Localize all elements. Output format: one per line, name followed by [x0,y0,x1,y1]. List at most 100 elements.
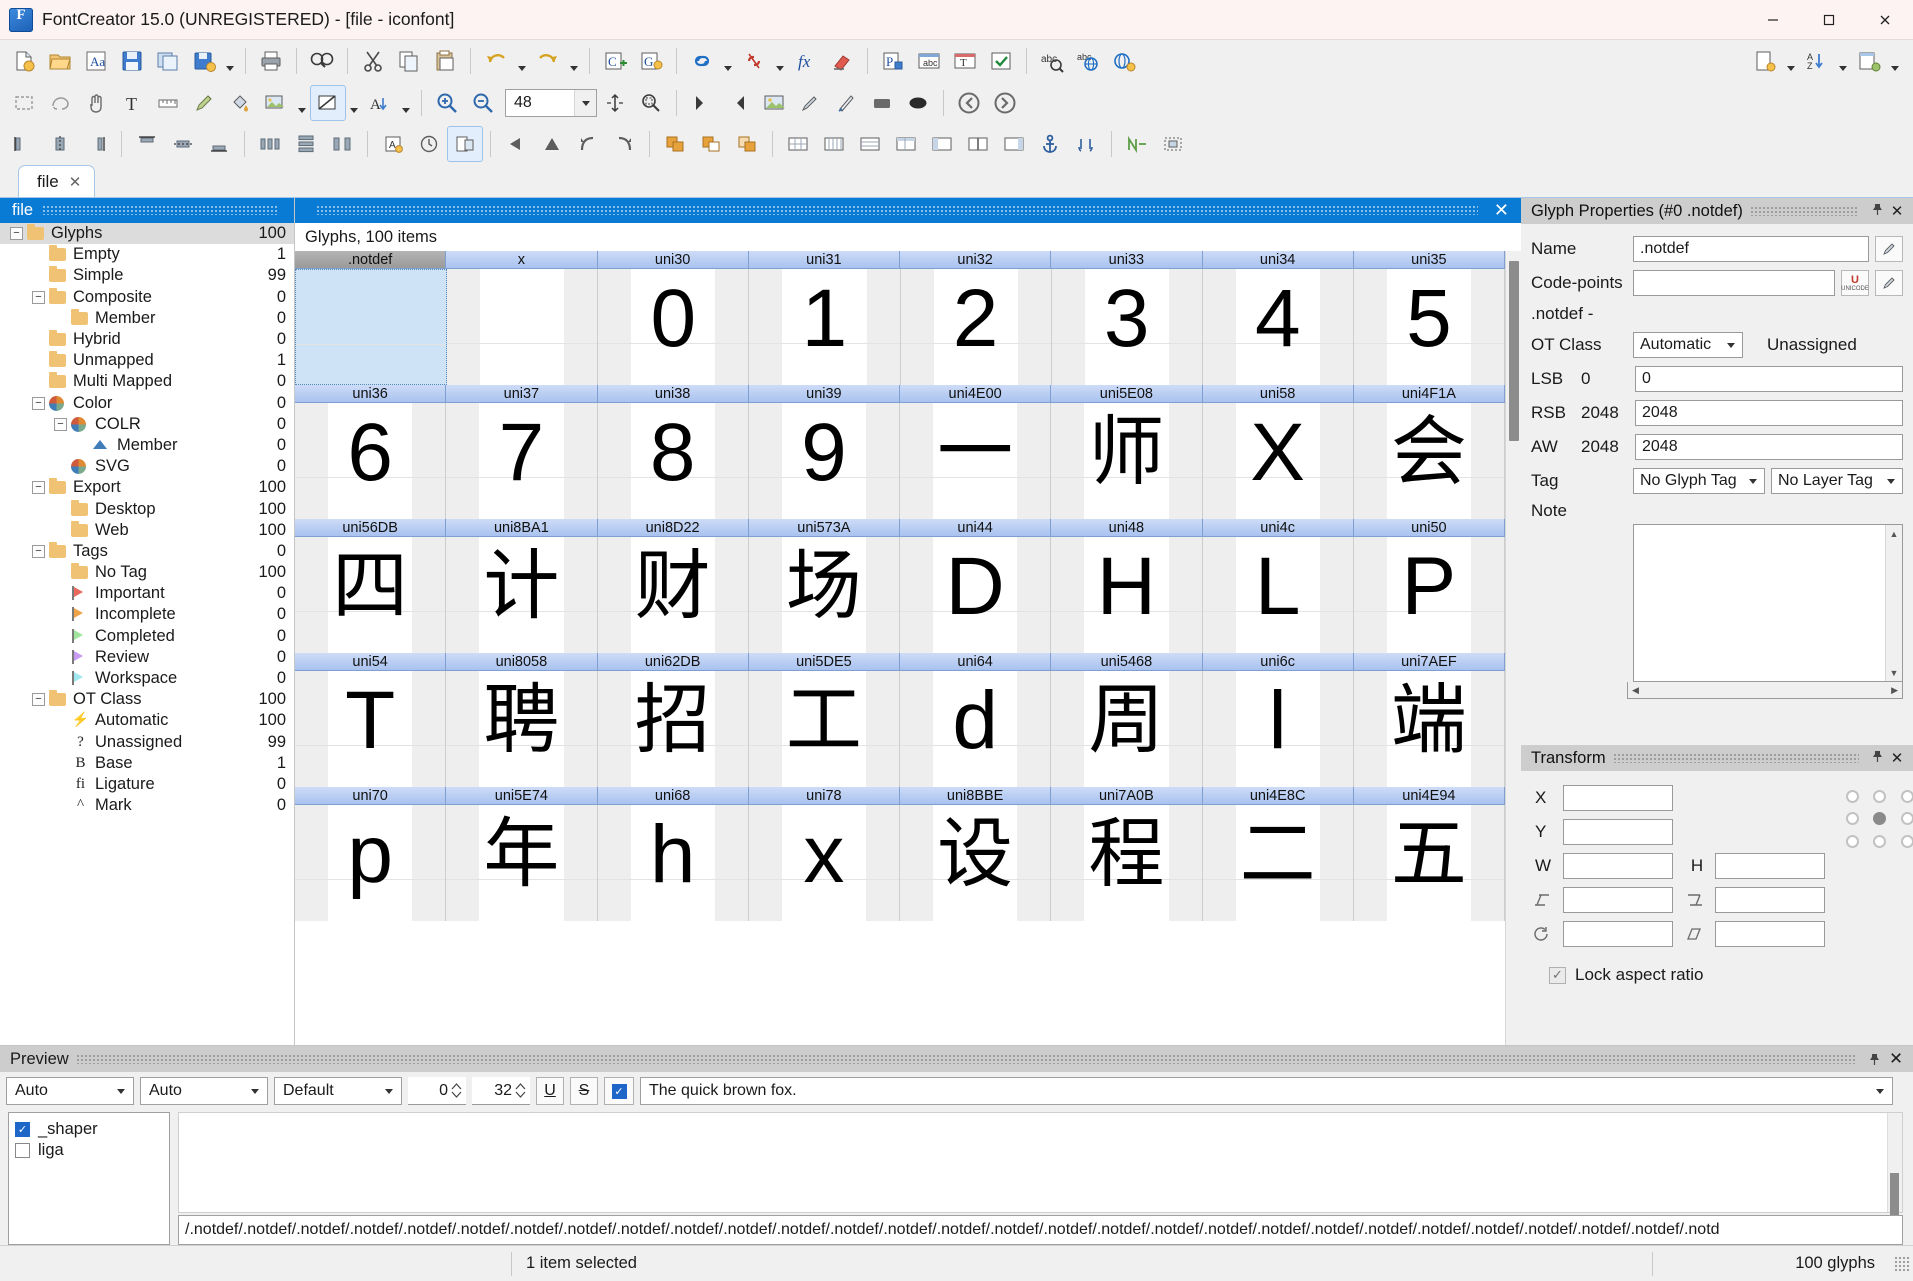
glyph-tree[interactable]: − Glyphs 100 Empty 1 Simple 99− Composite 0 Membe… [0,223,294,1045]
intersect-icon[interactable] [729,126,765,162]
glyph-cell[interactable]: l [1202,671,1354,787]
close-icon[interactable]: ✕ [1887,749,1907,767]
glyph-name-header[interactable]: uni5E08 [1051,385,1203,403]
glyph-cell[interactable]: 会 [1353,403,1505,519]
preview-render-area[interactable] [178,1112,1903,1215]
skew-vertical-input[interactable] [1715,887,1825,913]
glyph-cell[interactable]: p [295,805,447,921]
tree-item-ot-class[interactable]: − OT Class 100 [0,689,294,710]
glyph-name-header[interactable]: uni35 [1353,251,1505,269]
link-icon[interactable] [684,43,720,79]
lasso-icon[interactable] [42,85,78,121]
note-textarea[interactable]: ▲ ▼ [1633,524,1903,682]
glyph-cell[interactable]: T [295,671,447,787]
web-check-icon[interactable]: abc [1070,43,1106,79]
feature-checkbox[interactable]: ✓ [15,1122,30,1137]
transform-anchor-grid[interactable] [1839,785,1913,853]
spinner-arrows-icon[interactable] [448,1083,464,1098]
glyph-grid-scroll-thumb[interactable] [1509,261,1519,441]
save-icon[interactable] [114,43,150,79]
pin-icon[interactable] [1863,1053,1885,1066]
save-all-icon[interactable] [150,43,186,79]
grid-split-icon[interactable] [960,126,996,162]
glyph-name-header[interactable]: uni4E00 [900,385,1052,403]
glyph-name-header[interactable]: uni4E94 [1353,787,1505,805]
sort-icon[interactable]: AZ [1799,43,1835,79]
tree-item-review[interactable]: Review 0 [0,647,294,668]
name-input[interactable]: .notdef [1633,236,1869,262]
glyph-name-header[interactable]: uni33 [1051,251,1203,269]
glyph-cell[interactable]: 8 [597,403,749,519]
new-file-icon[interactable] [6,43,42,79]
glyph-name-header[interactable]: uni36 [295,385,447,403]
resize-grip-icon[interactable] [1893,1254,1911,1273]
glyph-cell[interactable]: 工 [748,671,900,787]
anchor-center[interactable] [1873,812,1887,826]
glyph-name-header[interactable]: uni34 [1202,251,1354,269]
glyph-cell[interactable]: h [597,805,749,921]
space-even-icon[interactable] [324,126,360,162]
tree-item-color[interactable]: − Color 0 [0,393,294,414]
tree-item-hybrid[interactable]: Hybrid 0 [0,329,294,350]
unicode-icon[interactable]: U UNICODE [1841,270,1869,296]
outline-mode-icon[interactable] [310,85,346,121]
preview-grid-icon[interactable] [1155,126,1191,162]
glyph-cell[interactable]: d [900,671,1052,787]
glyph-cell[interactable] [295,269,448,385]
text-tool-icon[interactable]: T [947,43,983,79]
note-horizontal-scrollbar[interactable]: ◀ ▶ [1627,682,1903,699]
lock-aspect-ratio-row[interactable]: ✓ Lock aspect ratio [1521,951,1913,985]
lsb-input[interactable]: 0 [1635,366,1903,392]
glyph-name-header[interactable]: uni38 [597,385,749,403]
tree-item-multi-mapped[interactable]: Multi Mapped 0 [0,371,294,392]
glyph-cell[interactable]: 程 [1051,805,1203,921]
glyph-name-header[interactable]: uni62DB [597,653,749,671]
zoom-in-icon[interactable] [429,85,465,121]
undo-icon[interactable] [478,43,514,79]
auto-kern-icon[interactable] [411,126,447,162]
insert-glyph-icon[interactable]: C [597,43,633,79]
preview-window-icon[interactable]: abc [911,43,947,79]
glyph-name-header[interactable]: uni8BA1 [446,519,598,537]
glyph-cell[interactable]: 周 [1051,671,1203,787]
name-edit-icon[interactable] [1875,236,1903,262]
tree-expander-icon[interactable]: − [32,290,45,304]
glyph-name-header[interactable]: uni8058 [446,653,598,671]
union-icon[interactable] [657,126,693,162]
glyph-cell[interactable]: 招 [597,671,749,787]
glyph-cell[interactable]: 设 [900,805,1052,921]
tree-item-workspace[interactable]: Workspace 0 [0,668,294,689]
tree-item-simple[interactable]: Simple 99 [0,265,294,286]
lock-aspect-ratio-checkbox[interactable]: ✓ [1549,966,1566,984]
anchor-top-left[interactable] [1846,789,1860,803]
glyph-cell[interactable]: 9 [748,403,900,519]
feature-item[interactable]: ✓ _shaper [15,1119,169,1140]
distribute-h-icon[interactable] [252,126,288,162]
close-icon[interactable]: ✕ [1887,202,1907,220]
glyph-name-header[interactable]: uni7AEF [1353,653,1505,671]
chevron-down-icon[interactable] [243,1088,267,1094]
transform-x-input[interactable] [1563,785,1673,811]
preview-scroll-thumb[interactable] [1890,1173,1899,1215]
glyph-name-header[interactable]: uni58 [1202,385,1354,403]
glyph-cell[interactable]: 端 [1353,671,1505,787]
glyph-cell[interactable]: 0 [598,269,750,385]
eraser-icon[interactable] [824,43,860,79]
curve-left-icon[interactable] [570,126,606,162]
glyph-name-header[interactable]: uni4E8C [1202,787,1354,805]
strikethrough-button[interactable]: S [570,1077,598,1105]
flip-left-icon[interactable] [498,126,534,162]
glyph-name-header[interactable]: uni64 [900,653,1052,671]
chevron-down-icon[interactable] [1742,478,1764,484]
layout-icon[interactable] [1851,43,1887,79]
glyph-name-header[interactable]: uni30 [597,251,749,269]
scroll-down-icon[interactable]: ▼ [1886,664,1902,681]
anchor-middle-left[interactable] [1846,812,1860,826]
glyph-cell[interactable]: 1 [749,269,901,385]
zoom-out-icon[interactable] [465,85,501,121]
anchor-top-center[interactable] [1873,789,1887,803]
glyph-name-header[interactable]: uni31 [748,251,900,269]
tree-item-colr[interactable]: − COLR 0 [0,414,294,435]
glyph-cell[interactable]: H [1051,537,1203,653]
fit-height-icon[interactable] [597,85,633,121]
